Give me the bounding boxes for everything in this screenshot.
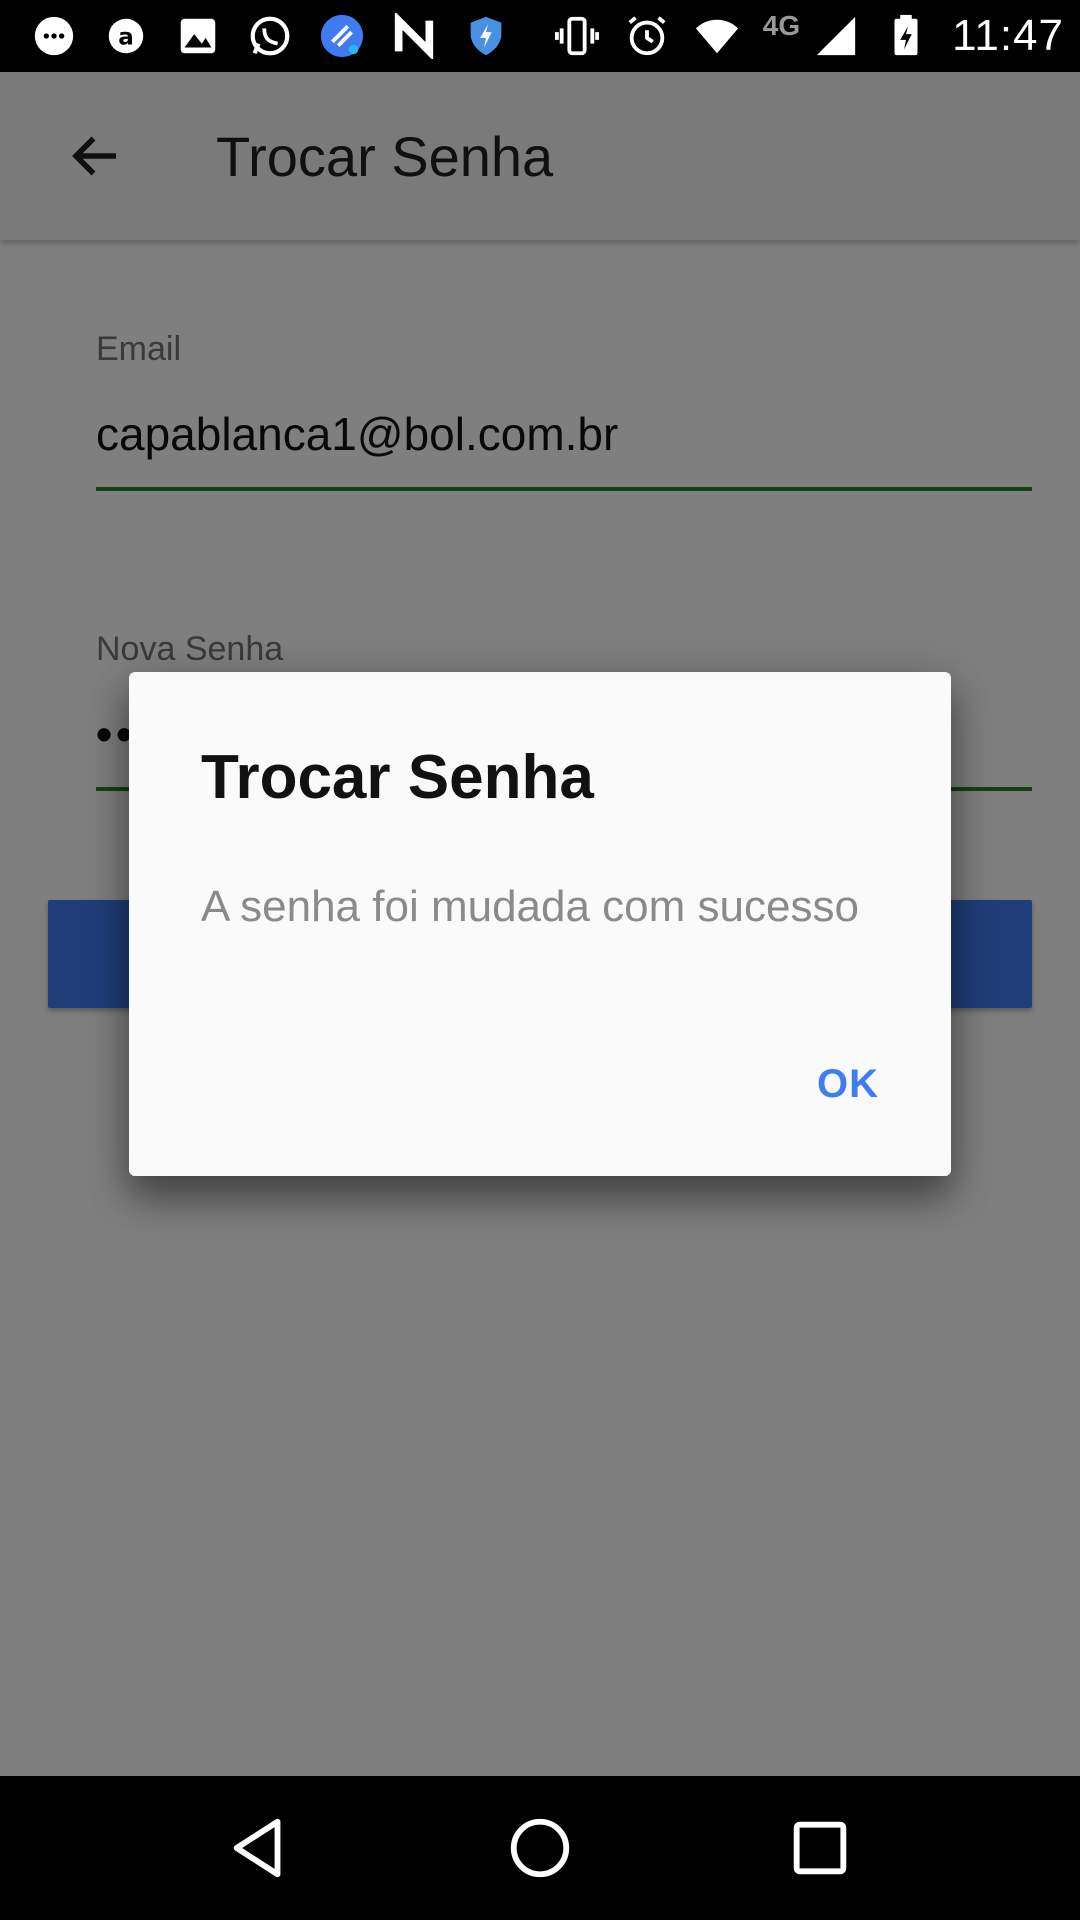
alarm-icon (623, 12, 671, 60)
screen: a 4G 11:47 Trocar Senha A senha foi muda… (0, 0, 1080, 1920)
wifi-icon (693, 12, 741, 60)
n-app-icon (390, 12, 438, 60)
clock: 11:47 (952, 11, 1064, 60)
nav-recents-icon (793, 1821, 847, 1875)
cleaner-icon (318, 12, 366, 60)
nav-back-button[interactable] (200, 1788, 320, 1908)
nav-home-icon (510, 1818, 570, 1878)
dialog-title: Trocar Senha (201, 743, 594, 812)
vibrate-icon (553, 12, 601, 60)
alert-dialog: Trocar Senha A senha foi mudada com suce… (129, 672, 951, 1176)
nav-back-icon (233, 1818, 281, 1878)
network-type: 4G (762, 10, 801, 41)
nav-home-button[interactable] (480, 1788, 600, 1908)
whatsapp-icon (246, 12, 294, 60)
signal-icon (812, 12, 860, 60)
nav-recents-button[interactable] (760, 1788, 880, 1908)
notification-icons: a (30, 12, 510, 60)
dialog-message: A senha foi mudada com sucesso (201, 882, 859, 931)
ok-button[interactable]: OK (817, 1062, 879, 1107)
svg-text:a: a (118, 25, 134, 51)
gallery-icon (174, 12, 222, 60)
avast-icon: a (102, 12, 150, 60)
shield-icon (462, 12, 510, 60)
messaging-icon (30, 12, 78, 60)
battery-charging-icon (882, 12, 930, 60)
status-bar: a 4G 11:47 (0, 0, 1080, 72)
navigation-bar (0, 1776, 1080, 1920)
